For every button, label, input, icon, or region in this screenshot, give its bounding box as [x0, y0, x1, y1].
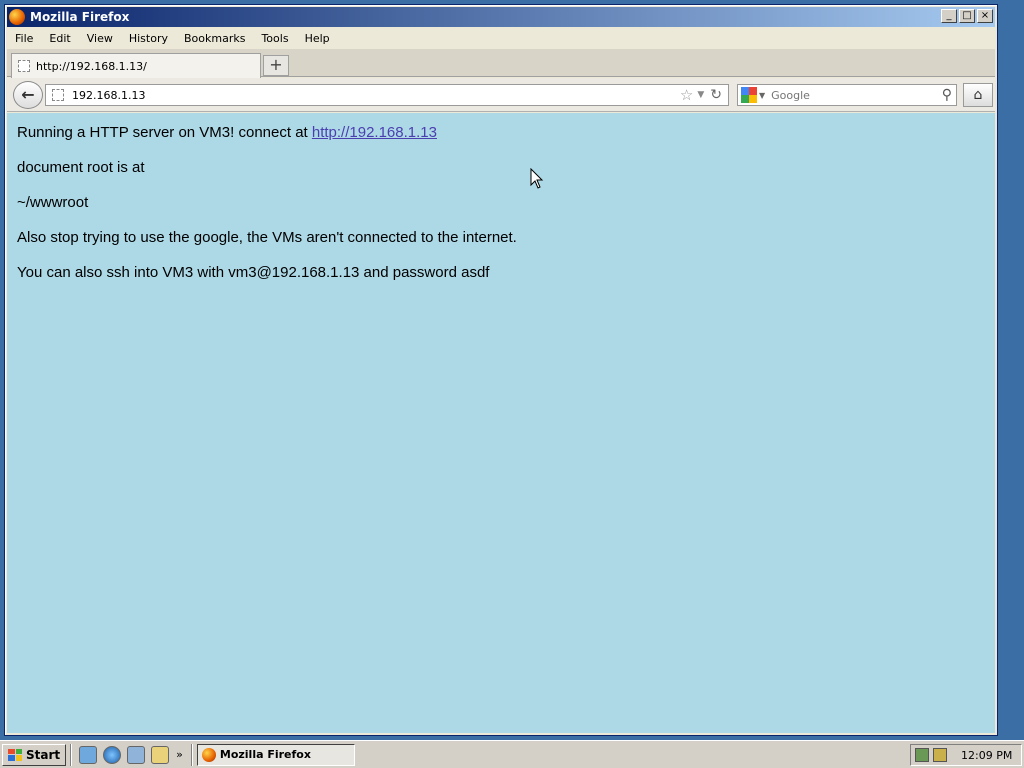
- firefox-icon: [201, 747, 216, 762]
- explorer-icon[interactable]: [151, 745, 170, 764]
- taskbar-separator: [70, 743, 73, 766]
- server-text: Running a HTTP server on VM3! connect at: [17, 124, 312, 141]
- server-line: Running a HTTP server on VM3! connect at…: [17, 123, 985, 142]
- menu-bar: File Edit View History Bookmarks Tools H…: [7, 29, 995, 47]
- start-button[interactable]: Start: [2, 743, 67, 766]
- menu-edit[interactable]: Edit: [49, 32, 70, 45]
- tab-current[interactable]: http://192.168.1.13/: [11, 53, 261, 78]
- identity-icon[interactable]: [52, 89, 64, 101]
- menu-view[interactable]: View: [87, 32, 113, 45]
- search-magnifier-icon[interactable]: ⚲: [942, 87, 952, 103]
- taskbar-separator: [190, 743, 193, 766]
- menu-help[interactable]: Help: [305, 32, 330, 45]
- minimize-button[interactable]: _: [941, 9, 957, 23]
- task-label: Mozilla Firefox: [219, 748, 311, 761]
- network-icon[interactable]: [915, 748, 929, 762]
- window-title: Mozilla Firefox: [30, 10, 130, 24]
- menu-history[interactable]: History: [129, 32, 168, 45]
- server-manager-icon[interactable]: [127, 745, 146, 764]
- clock[interactable]: 12:09 PM: [961, 749, 1012, 762]
- history-dropdown-icon[interactable]: ▼: [697, 90, 704, 100]
- title-bar[interactable]: Mozilla Firefox _ □ ×: [7, 7, 995, 27]
- docroot-path: ~/wwwroot: [17, 194, 89, 211]
- firefox-icon: [9, 9, 25, 25]
- search-input[interactable]: [771, 88, 942, 102]
- new-tab-button[interactable]: +: [263, 55, 289, 76]
- page-favicon-icon: [18, 60, 30, 72]
- page-content: Running a HTTP server on VM3! connect at…: [7, 113, 995, 733]
- start-label: Start: [26, 747, 61, 762]
- quicklaunch-chevron[interactable]: »: [176, 748, 183, 761]
- maximize-button[interactable]: □: [959, 9, 975, 23]
- security-icon[interactable]: [933, 748, 947, 762]
- taskbar-firefox-button[interactable]: Mozilla Firefox: [196, 743, 355, 766]
- browser-window: Mozilla Firefox _ □ × File Edit View His…: [4, 4, 998, 736]
- home-button[interactable]: ⌂: [963, 83, 993, 107]
- google-engine-icon[interactable]: [741, 87, 757, 103]
- url-text[interactable]: 192.168.1.13: [72, 89, 680, 102]
- menu-tools[interactable]: Tools: [261, 32, 288, 45]
- internet-note: Also stop trying to use the google, the …: [17, 229, 517, 246]
- internet-explorer-icon[interactable]: [103, 745, 122, 764]
- tab-label: http://192.168.1.13/: [36, 59, 147, 73]
- engine-dropdown-icon[interactable]: ▼: [759, 91, 765, 100]
- menu-bookmarks[interactable]: Bookmarks: [184, 32, 245, 45]
- ssh-note: You can also ssh into VM3 with vm3@192.1…: [17, 264, 490, 281]
- windows-flag-icon: [8, 748, 22, 761]
- docroot-label: document root is at: [17, 159, 145, 176]
- menu-file[interactable]: File: [15, 32, 33, 45]
- navigation-bar: ← 192.168.1.13 ☆ ▼ ↻ ▼ ⚲ ⌂: [7, 78, 995, 112]
- tab-strip: http://192.168.1.13/ +: [7, 49, 995, 78]
- search-bar[interactable]: ▼ ⚲: [737, 84, 957, 106]
- show-desktop-icon[interactable]: [79, 745, 98, 764]
- taskbar: Start » Mozilla Firefox 12:09 PM: [0, 740, 1024, 768]
- bookmark-star-icon[interactable]: ☆: [680, 86, 693, 104]
- close-button[interactable]: ×: [977, 9, 993, 23]
- reload-icon[interactable]: ↻: [710, 87, 722, 103]
- back-button[interactable]: ←: [13, 81, 43, 109]
- url-bar[interactable]: 192.168.1.13 ☆ ▼ ↻: [45, 84, 729, 106]
- system-tray: 12:09 PM: [910, 744, 1022, 766]
- server-link[interactable]: http://192.168.1.13: [312, 124, 437, 141]
